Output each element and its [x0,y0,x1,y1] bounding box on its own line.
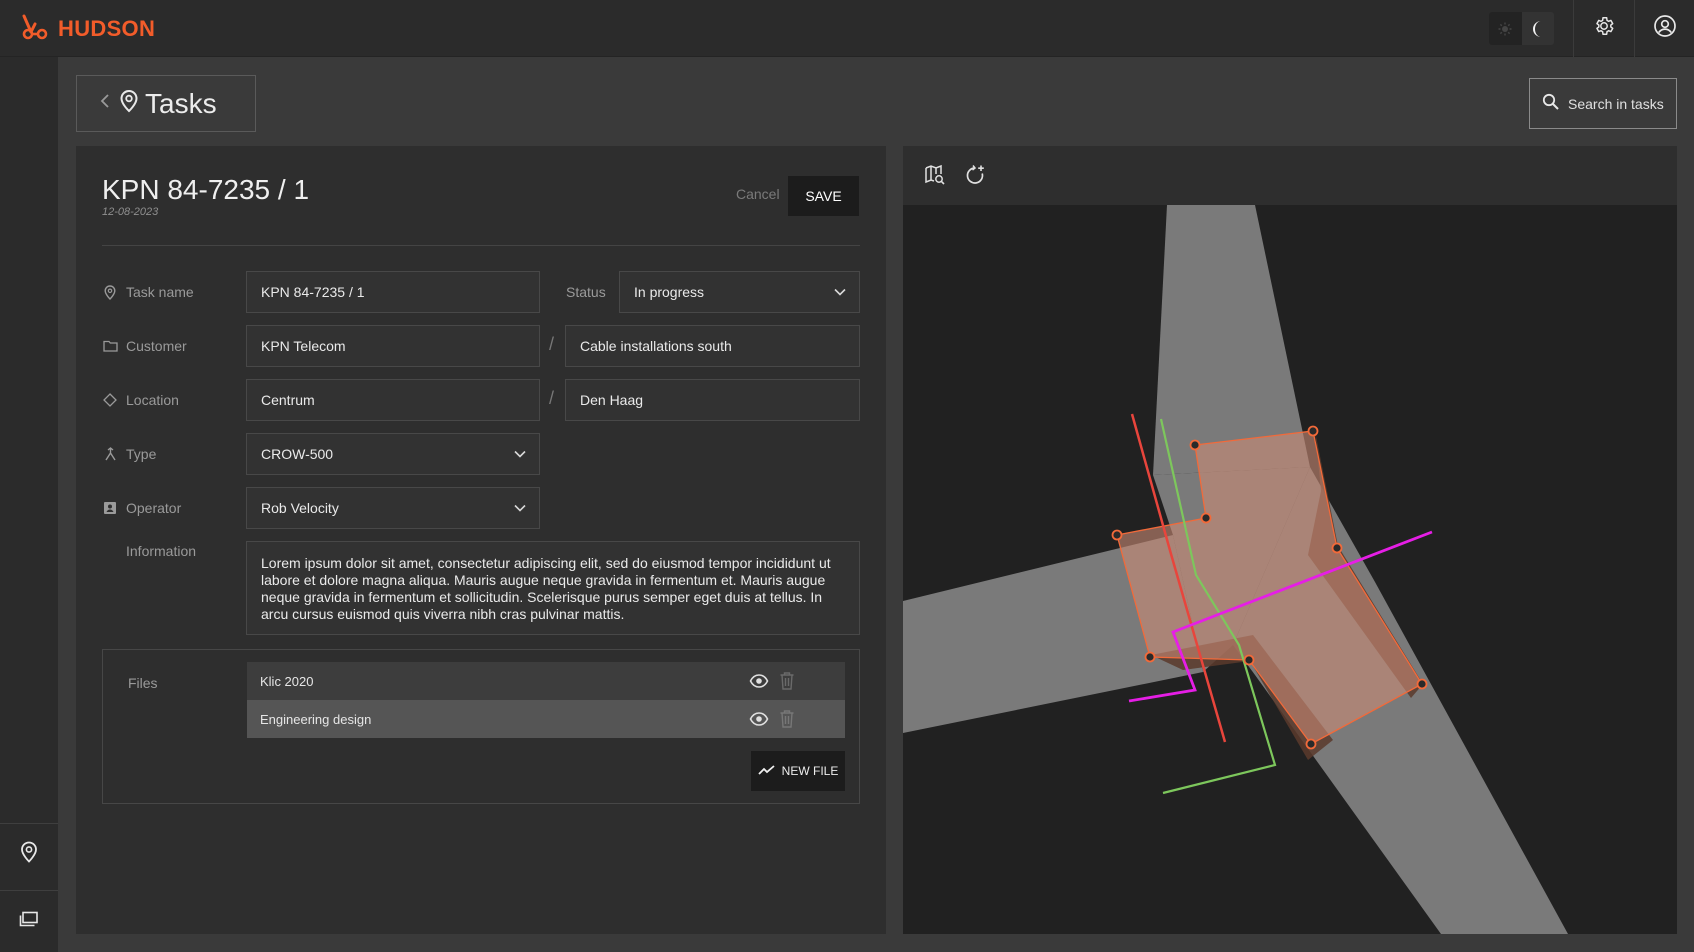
task-date: 12-08-2023 [102,206,159,218]
file-name: Klic 2020 [260,673,314,689]
sidebar [0,57,58,952]
customer-field[interactable]: KPN Telecom [246,325,540,367]
save-button[interactable]: SAVE [788,176,859,216]
trend-icon [758,764,776,779]
merge-icon [102,446,118,462]
folder-icon [102,340,118,352]
type-label: Type [102,433,156,475]
map-search-icon[interactable] [923,163,947,187]
cancel-button[interactable]: Cancel [736,186,780,202]
chevron-down-icon [513,501,527,518]
city-field[interactable]: Den Haag [565,379,860,421]
eye-icon[interactable] [749,709,769,732]
task-form-panel: KPN 84-7235 / 1 12-08-2023 Cancel SAVE T… [76,146,886,934]
theme-toggle[interactable] [1489,12,1554,45]
account-circle-icon [1653,14,1677,43]
task-name-label: Task name [102,271,194,313]
sidebar-item-files[interactable] [0,890,58,952]
search-label: Search in tasks [1568,95,1664,112]
location-diamond-icon [102,393,118,407]
moon-icon[interactable] [1522,12,1555,45]
files-section: Files Klic 2020 Engineering design NEW F… [102,649,860,804]
task-name-field[interactable]: KPN 84-7235 / 1 [246,271,540,313]
files-label: Files [128,675,158,691]
trash-icon[interactable] [779,709,795,732]
map-canvas[interactable] [903,205,1677,934]
hudson-logo-icon [20,14,50,45]
top-bar: HUDSON [0,0,1694,57]
map-toolbar [903,146,1677,205]
page-title: Tasks [145,87,217,119]
gear-icon [1593,15,1615,42]
task-title: KPN 84-7235 / 1 [102,174,310,205]
chevron-down-icon [513,447,527,464]
page-header: Tasks [76,75,256,132]
separator: / [549,334,555,354]
operator-select[interactable]: Rob Velocity [246,487,540,529]
search-icon [1542,93,1560,114]
file-row[interactable]: Klic 2020 [247,662,845,700]
information-label: Information [126,543,197,559]
operator-label: Operator [102,487,181,529]
contact-card-icon [102,501,118,515]
trash-icon[interactable] [779,671,795,694]
map-pin-icon [20,841,38,868]
type-select[interactable]: CROW-500 [246,433,540,475]
file-name: Engineering design [260,711,372,727]
app-name: HUDSON [58,16,156,41]
settings-button[interactable] [1573,0,1633,57]
file-row[interactable]: Engineering design [247,700,845,738]
chevron-left-icon[interactable] [99,93,113,114]
rotate-add-icon[interactable] [963,163,987,187]
sidebar-item-tasks[interactable] [0,823,58,885]
sun-icon[interactable] [1489,12,1522,45]
divider [102,245,860,246]
customer-secondary-field[interactable]: Cable installations south [565,325,860,367]
location-field[interactable]: Centrum [246,379,540,421]
map-pin-icon [102,284,118,300]
new-file-button[interactable]: NEW FILE [751,751,845,791]
app-logo[interactable]: HUDSON [20,14,155,44]
search-button[interactable]: Search in tasks [1529,78,1677,129]
map-pin-icon [119,89,139,118]
status-label: Status [566,284,606,300]
folder-stack-icon [19,911,39,932]
information-textarea[interactable]: Lorem ipsum dolor sit amet, consectetur … [246,541,860,635]
chevron-down-icon [833,285,847,302]
location-label: Location [102,379,179,421]
account-button[interactable] [1634,0,1694,57]
status-select[interactable]: In progress [619,271,860,313]
separator: / [549,388,555,408]
eye-icon[interactable] [749,671,769,694]
customer-label: Customer [102,325,187,367]
map-panel [903,146,1677,934]
